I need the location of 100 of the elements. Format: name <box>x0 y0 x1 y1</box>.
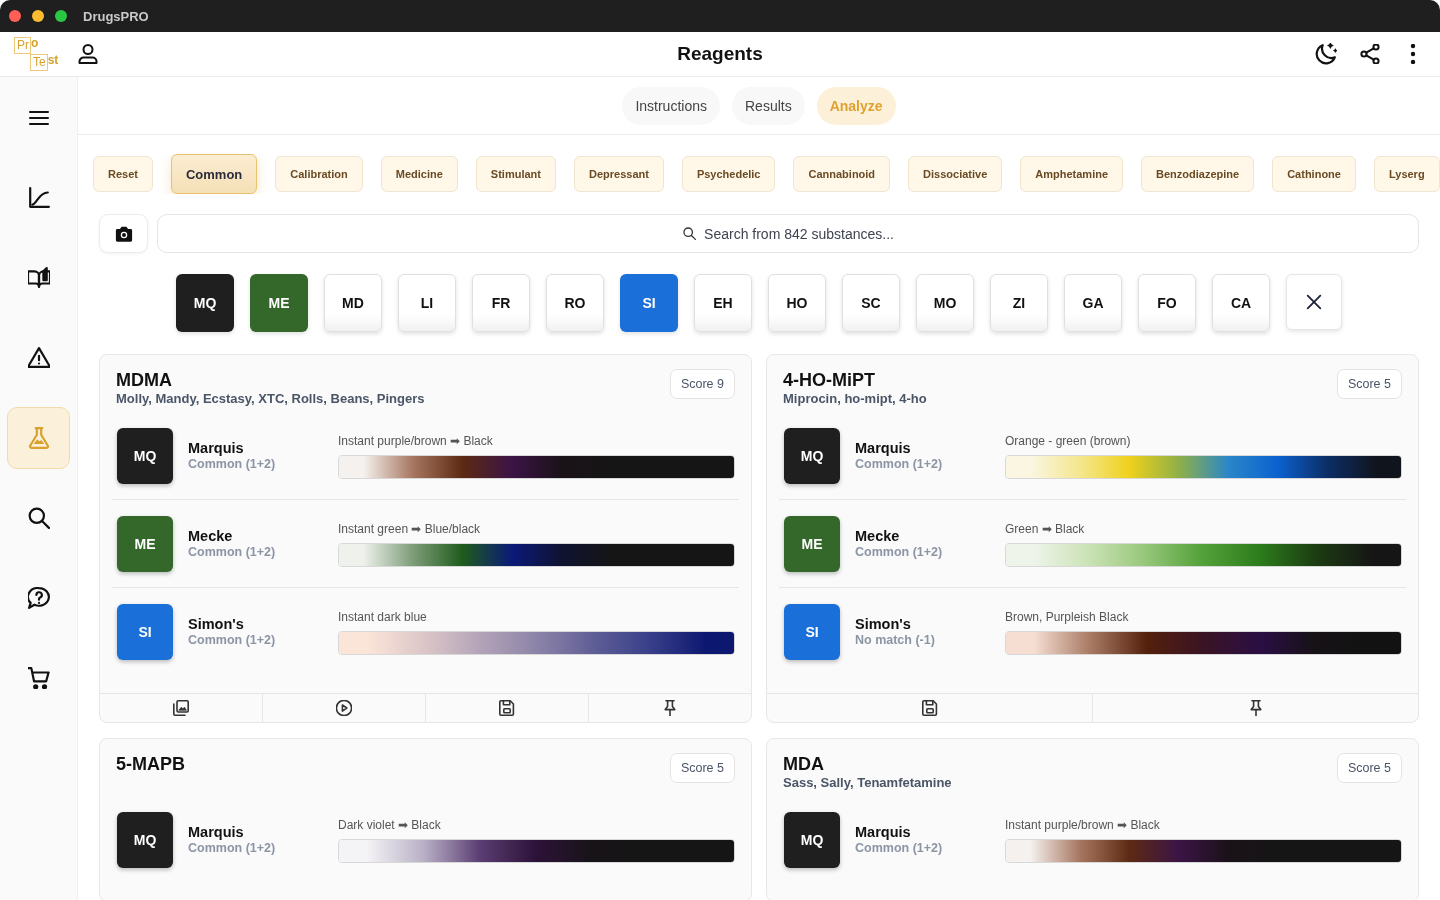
reagent-button[interactable]: CA <box>1212 274 1270 332</box>
flask-icon <box>27 427 50 449</box>
match-label: Common (1+2) <box>188 633 277 648</box>
substance-aliases: Molly, Mandy, Ecstasy, XTC, Rolls, Beans, Pingers <box>116 391 425 407</box>
reagent-name: Mecke <box>855 528 901 545</box>
search-icon <box>683 227 697 240</box>
reagent-button[interactable]: EH <box>694 274 752 332</box>
pin-icon <box>1247 700 1264 716</box>
color-description: Instant purple/brown ➡ Black <box>1005 817 1161 832</box>
close-window-button[interactable] <box>9 10 21 22</box>
reagent-badge: MQ <box>117 428 173 484</box>
reagent-button[interactable]: FO <box>1138 274 1196 332</box>
color-description: Instant purple/brown ➡ Black <box>338 433 494 448</box>
category-chip[interactable]: Amphetamine <box>1020 156 1124 192</box>
match-label: No match (-1) <box>855 633 936 648</box>
menu-icon <box>28 108 49 128</box>
reagent-button[interactable]: MQ <box>176 274 234 332</box>
cart-icon <box>27 667 50 689</box>
color-description: Green ➡ Black <box>1005 521 1086 536</box>
score-badge: Score 5 <box>1336 753 1402 783</box>
reagent-button[interactable]: MO <box>916 274 974 332</box>
substance-name: 4-HO-MiPT <box>783 369 876 391</box>
reagent-badge: SI <box>784 604 840 660</box>
category-chip[interactable]: Benzodiazepine <box>1141 156 1255 192</box>
reagent-badge: MQ <box>784 812 840 868</box>
category-chip[interactable]: Depressant <box>573 156 664 192</box>
moon-icon[interactable] <box>1315 43 1337 65</box>
match-label: Common (1+2) <box>855 545 944 560</box>
color-description: Orange - green (brown) <box>1005 433 1132 448</box>
category-chip[interactable]: Cathinone <box>1272 156 1356 192</box>
zoom-window-button[interactable] <box>55 10 67 22</box>
category-chip[interactable]: Dissociative <box>908 156 1003 192</box>
reagent-name: Marquis <box>855 440 912 457</box>
match-label: Common (1+2) <box>855 841 944 856</box>
substance-aliases: Sass, Sally, Tenamfetamine <box>783 775 952 791</box>
camera-icon <box>114 224 133 243</box>
save-icon <box>921 700 938 716</box>
reagent-name: Marquis <box>188 824 245 841</box>
save-icon <box>499 700 515 716</box>
reagent-name: Simon's <box>855 616 912 633</box>
reagent-badge: MQ <box>117 812 173 868</box>
reagent-button[interactable]: FR <box>472 274 530 332</box>
color-description: Instant green ➡ Blue/black <box>338 521 482 536</box>
tab[interactable]: Instructions <box>622 86 720 125</box>
logo: Pr o Te st <box>14 37 59 71</box>
help-icon <box>27 587 50 609</box>
line-chart-icon <box>27 187 50 209</box>
reagent-button[interactable]: LI <box>398 274 456 332</box>
reagent-name: Mecke <box>188 528 234 545</box>
camera-button[interactable] <box>99 214 148 253</box>
substance-aliases: Miprocin, ho-mipt, 4-ho <box>783 391 927 407</box>
score-badge: Score 5 <box>669 753 735 783</box>
match-label: Common (1+2) <box>188 545 277 560</box>
reagent-name: Marquis <box>855 824 912 841</box>
reagent-badge: SI <box>117 604 173 660</box>
close-icon <box>1305 293 1323 311</box>
search-field[interactable]: Search from 842 substances... <box>157 214 1419 253</box>
color-description: Brown, Purpleish Black <box>1005 609 1130 624</box>
minimize-window-button[interactable] <box>32 10 44 22</box>
score-badge: Score 5 <box>1336 369 1402 399</box>
category-chip[interactable]: Reset <box>93 156 153 192</box>
reagent-button[interactable]: GA <box>1064 274 1122 332</box>
substance-name: MDMA <box>116 369 173 391</box>
category-chip[interactable]: Common <box>170 154 258 194</box>
reagent-button[interactable]: RO <box>546 274 604 332</box>
search-icon <box>27 507 50 529</box>
match-label: Common (1+2) <box>855 457 944 472</box>
category-chip[interactable]: Lyserg <box>1373 156 1440 192</box>
reagent-button[interactable]: SC <box>842 274 900 332</box>
match-label: Common (1+2) <box>188 841 277 856</box>
category-chip[interactable]: Stimulant <box>475 156 556 192</box>
match-label: Common (1+2) <box>188 457 277 472</box>
category-chip[interactable]: Medicine <box>380 156 458 192</box>
reagent-name: Simon's <box>188 616 245 633</box>
category-chip[interactable]: Cannabinoid <box>793 156 891 192</box>
reagent-badge: MQ <box>784 428 840 484</box>
category-chip[interactable]: Psychedelic <box>681 156 776 192</box>
reagent-name: Marquis <box>188 440 245 457</box>
color-description: Dark violet ➡ Black <box>338 817 442 832</box>
play-icon <box>336 700 352 716</box>
page-title: Reagents <box>677 43 763 65</box>
warning-icon <box>27 347 50 369</box>
reagent-button[interactable]: SI <box>620 274 678 332</box>
reagent-button[interactable]: ZI <box>990 274 1048 332</box>
images-icon <box>173 700 189 716</box>
reagent-button[interactable]: ME <box>250 274 308 332</box>
reagent-button[interactable]: MD <box>324 274 382 332</box>
score-badge: Score 9 <box>669 369 735 399</box>
tab[interactable]: Results <box>732 86 805 125</box>
reagent-badge: ME <box>784 516 840 572</box>
category-chip[interactable]: Calibration <box>275 156 363 192</box>
book-icon <box>27 267 50 289</box>
substance-name: 5-MAPB <box>116 753 185 775</box>
clear-button[interactable] <box>1286 274 1342 330</box>
user-icon[interactable] <box>78 44 99 64</box>
reagent-button[interactable]: HO <box>768 274 826 332</box>
color-description: Instant dark blue <box>338 609 428 624</box>
share-icon[interactable] <box>1360 44 1380 64</box>
window-title: DrugsPRO <box>83 8 149 24</box>
substance-name: MDA <box>783 753 825 775</box>
